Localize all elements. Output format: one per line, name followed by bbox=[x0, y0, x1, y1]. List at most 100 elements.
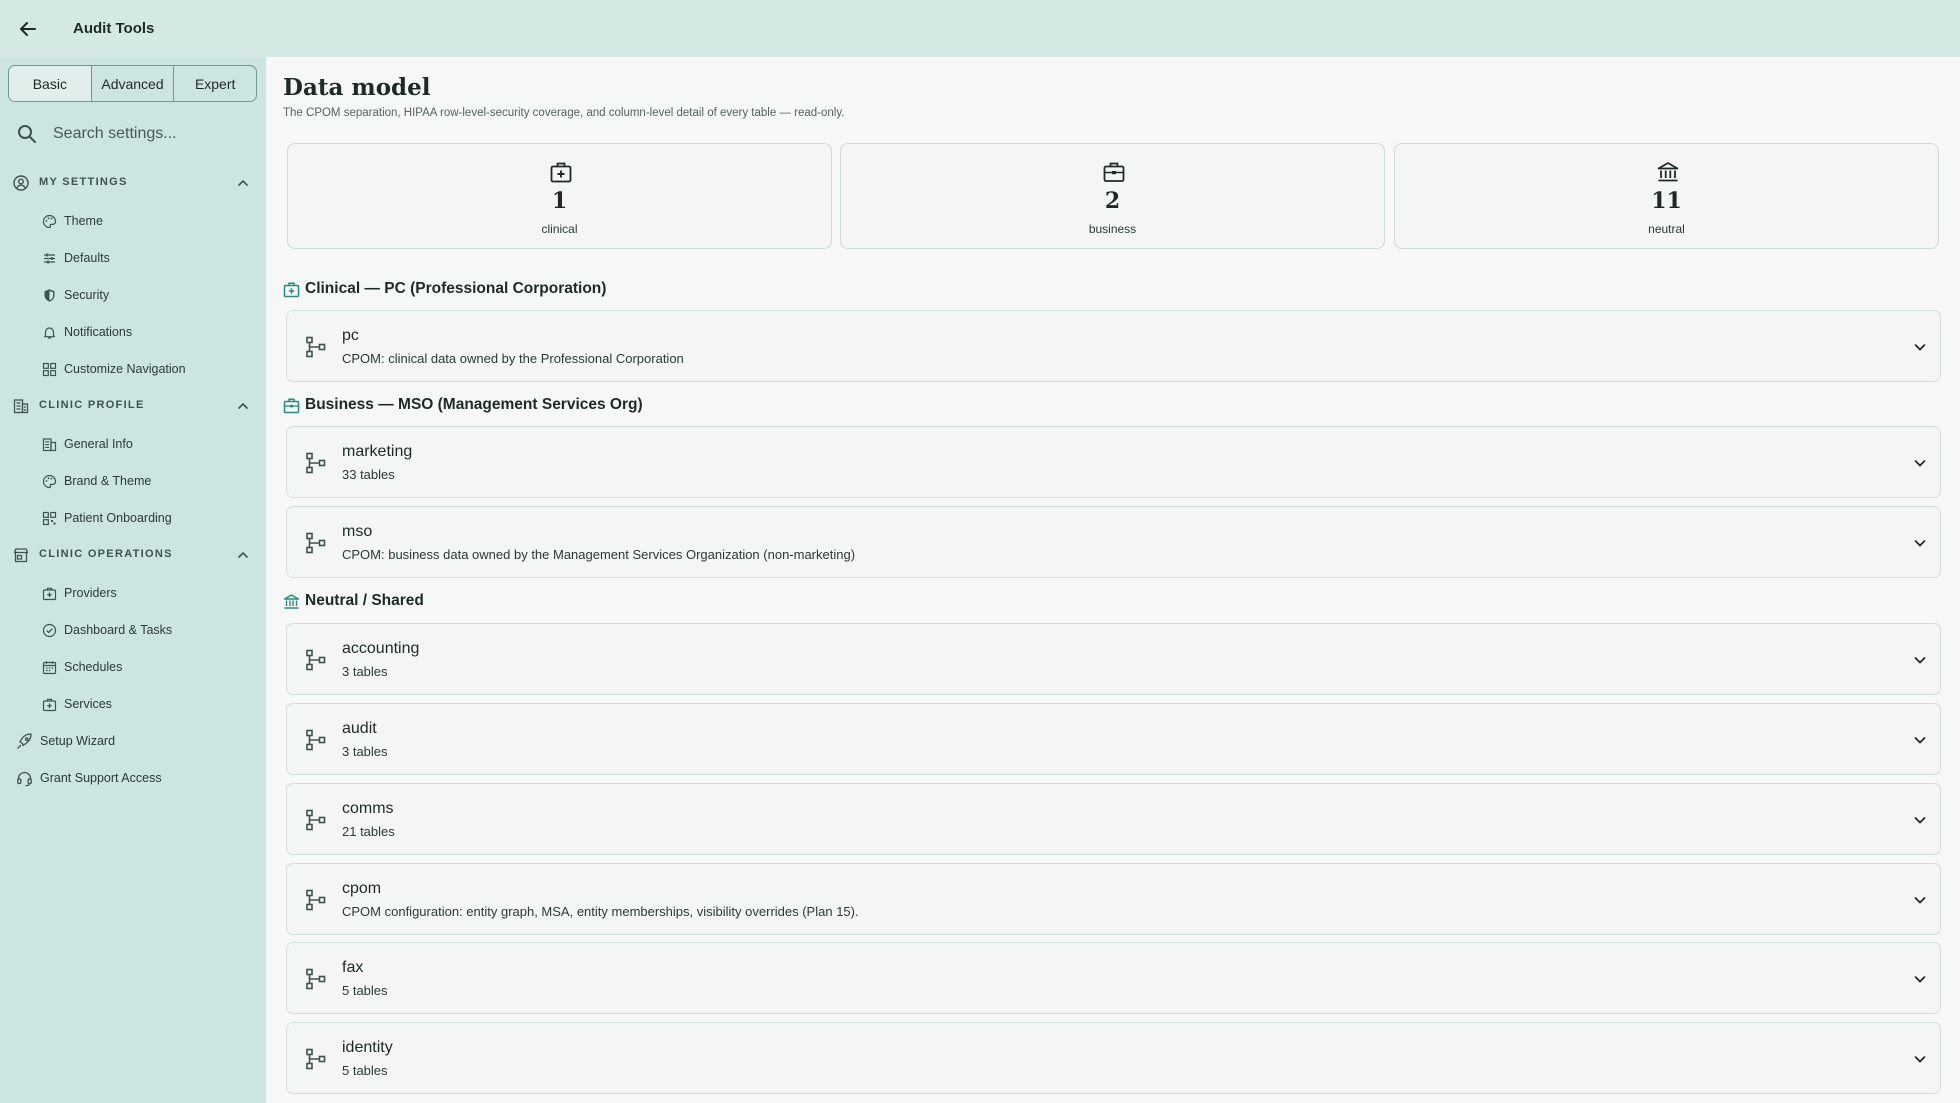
schema-description: CPOM configuration: entity graph, MSA, e… bbox=[342, 904, 859, 919]
stat-label: neutral bbox=[1648, 222, 1685, 236]
search-input[interactable]: Search settings... bbox=[53, 125, 177, 143]
sidebar-item-grant-support-access[interactable]: Grant Support Access bbox=[16, 765, 162, 791]
sidebar-item-label: Customize Navigation bbox=[64, 362, 186, 376]
briefcase-icon bbox=[283, 398, 300, 413]
bank-icon bbox=[283, 593, 300, 609]
calendar-icon bbox=[42, 660, 57, 674]
chevron-up-icon[interactable] bbox=[236, 176, 250, 190]
section-clinic-operations[interactable]: CLINIC OPERATIONS bbox=[0, 540, 266, 570]
chevron-down-icon[interactable] bbox=[1912, 812, 1928, 828]
sidebar: Basic Advanced Expert Search settings...… bbox=[0, 57, 266, 1103]
building-icon bbox=[13, 399, 29, 414]
settings-search[interactable]: Search settings... bbox=[16, 119, 256, 149]
sidebar-item-providers[interactable]: Providers bbox=[42, 580, 117, 606]
schema-description: 3 tables bbox=[342, 744, 388, 759]
schema-row-mso[interactable]: mso CPOM: business data owned by the Man… bbox=[286, 506, 1941, 578]
schema-row-fax[interactable]: fax 5 tables bbox=[286, 942, 1941, 1014]
back-button[interactable] bbox=[0, 0, 56, 57]
sidebar-item-label: Brand & Theme bbox=[64, 474, 152, 488]
section-label: CLINIC PROFILE bbox=[39, 399, 145, 411]
group-label: Clinical — PC (Professional Corporation) bbox=[305, 280, 607, 297]
page-title: Data model bbox=[283, 74, 431, 101]
schema-tree-icon bbox=[306, 452, 326, 474]
top-bar: Audit Tools bbox=[0, 0, 1960, 57]
palette-icon bbox=[42, 214, 57, 228]
schema-name: accounting bbox=[342, 640, 420, 657]
section-my-settings[interactable]: MY SETTINGS bbox=[0, 168, 266, 198]
chevron-down-icon[interactable] bbox=[1912, 971, 1928, 987]
main-content: Data model The CPOM separation, HIPAA ro… bbox=[266, 57, 1960, 1103]
qr-code-icon bbox=[42, 511, 57, 525]
sidebar-item-general-info[interactable]: General Info bbox=[42, 431, 133, 457]
schema-tree-icon bbox=[306, 968, 326, 990]
schema-row-identity[interactable]: identity 5 tables bbox=[286, 1022, 1941, 1094]
mode-advanced[interactable]: Advanced bbox=[92, 66, 175, 101]
chevron-down-icon[interactable] bbox=[1912, 455, 1928, 471]
sidebar-item-patient-onboarding[interactable]: Patient Onboarding bbox=[42, 505, 172, 531]
schema-tree-icon bbox=[306, 649, 326, 671]
sidebar-item-defaults[interactable]: Defaults bbox=[42, 245, 110, 271]
rocket-icon bbox=[17, 732, 32, 749]
sidebar-item-label: Schedules bbox=[64, 660, 123, 674]
page-subtitle: The CPOM separation, HIPAA row-level-sec… bbox=[283, 107, 845, 119]
schema-tree-icon bbox=[306, 336, 326, 358]
schema-description: 21 tables bbox=[342, 824, 395, 839]
app-title: Audit Tools bbox=[73, 20, 155, 37]
schema-row-comms[interactable]: comms 21 tables bbox=[286, 783, 1941, 855]
sidebar-item-setup-wizard[interactable]: Setup Wizard bbox=[16, 728, 115, 754]
chevron-up-icon[interactable] bbox=[236, 548, 250, 562]
user-circle-icon bbox=[13, 175, 29, 191]
schema-tree-icon bbox=[306, 1048, 326, 1070]
headset-icon bbox=[17, 771, 32, 786]
arrow-left-icon bbox=[20, 21, 36, 36]
schema-row-cpom[interactable]: cpom CPOM configuration: entity graph, M… bbox=[286, 863, 1941, 935]
sidebar-item-security[interactable]: Security bbox=[42, 282, 109, 308]
section-label: MY SETTINGS bbox=[39, 176, 128, 188]
sidebar-item-label: Services bbox=[64, 697, 112, 711]
sidebar-item-label: General Info bbox=[64, 437, 133, 451]
sidebar-item-brand-theme[interactable]: Brand & Theme bbox=[42, 468, 151, 494]
schema-name: cpom bbox=[342, 880, 382, 897]
chevron-down-icon[interactable] bbox=[1912, 1051, 1928, 1067]
palette-icon bbox=[42, 474, 57, 488]
chevron-down-icon[interactable] bbox=[1912, 652, 1928, 668]
sidebar-item-label: Defaults bbox=[64, 251, 110, 265]
schema-row-audit[interactable]: audit 3 tables bbox=[286, 703, 1941, 775]
sidebar-item-schedules[interactable]: Schedules bbox=[42, 654, 122, 680]
chevron-down-icon[interactable] bbox=[1912, 535, 1928, 551]
group-heading-neutral: Neutral / Shared bbox=[283, 591, 424, 611]
schema-name: fax bbox=[342, 959, 364, 976]
chevron-down-icon[interactable] bbox=[1912, 892, 1928, 908]
mode-basic[interactable]: Basic bbox=[9, 66, 92, 101]
chevron-up-icon[interactable] bbox=[236, 399, 250, 413]
section-label: CLINIC OPERATIONS bbox=[39, 548, 173, 560]
stat-card-business: 2 business bbox=[840, 143, 1385, 249]
chevron-down-icon[interactable] bbox=[1912, 732, 1928, 748]
stat-card-clinical: 1 clinical bbox=[287, 143, 832, 249]
sidebar-item-dashboard-tasks[interactable]: Dashboard & Tasks bbox=[42, 617, 172, 643]
schema-name: comms bbox=[342, 800, 394, 817]
schema-tree-icon bbox=[306, 809, 326, 831]
storefront-icon bbox=[13, 548, 29, 563]
schema-name: pc bbox=[342, 327, 359, 344]
mode-expert[interactable]: Expert bbox=[174, 66, 256, 101]
schema-name: marketing bbox=[342, 443, 413, 460]
stat-value: 11 bbox=[1651, 188, 1682, 214]
sidebar-item-services[interactable]: Services bbox=[42, 691, 112, 717]
sidebar-item-customize-navigation[interactable]: Customize Navigation bbox=[42, 356, 186, 382]
section-clinic-profile[interactable]: CLINIC PROFILE bbox=[0, 391, 266, 421]
sidebar-item-label: Theme bbox=[64, 214, 103, 228]
sidebar-item-theme[interactable]: Theme bbox=[42, 208, 103, 234]
schema-row-accounting[interactable]: accounting 3 tables bbox=[286, 623, 1941, 695]
group-heading-business: Business — MSO (Management Services Org) bbox=[283, 395, 643, 415]
chevron-down-icon[interactable] bbox=[1912, 339, 1928, 355]
schema-tree-icon bbox=[306, 729, 326, 751]
briefcase-icon bbox=[1103, 162, 1125, 182]
building-icon bbox=[42, 437, 57, 451]
schema-row-pc[interactable]: pc CPOM: clinical data owned by the Prof… bbox=[286, 310, 1941, 382]
sliders-icon bbox=[44, 253, 55, 263]
sidebar-item-notifications[interactable]: Notifications bbox=[42, 319, 132, 345]
stat-value: 1 bbox=[551, 188, 568, 214]
schema-description: 5 tables bbox=[342, 1063, 388, 1078]
schema-row-marketing[interactable]: marketing 33 tables bbox=[286, 426, 1941, 498]
